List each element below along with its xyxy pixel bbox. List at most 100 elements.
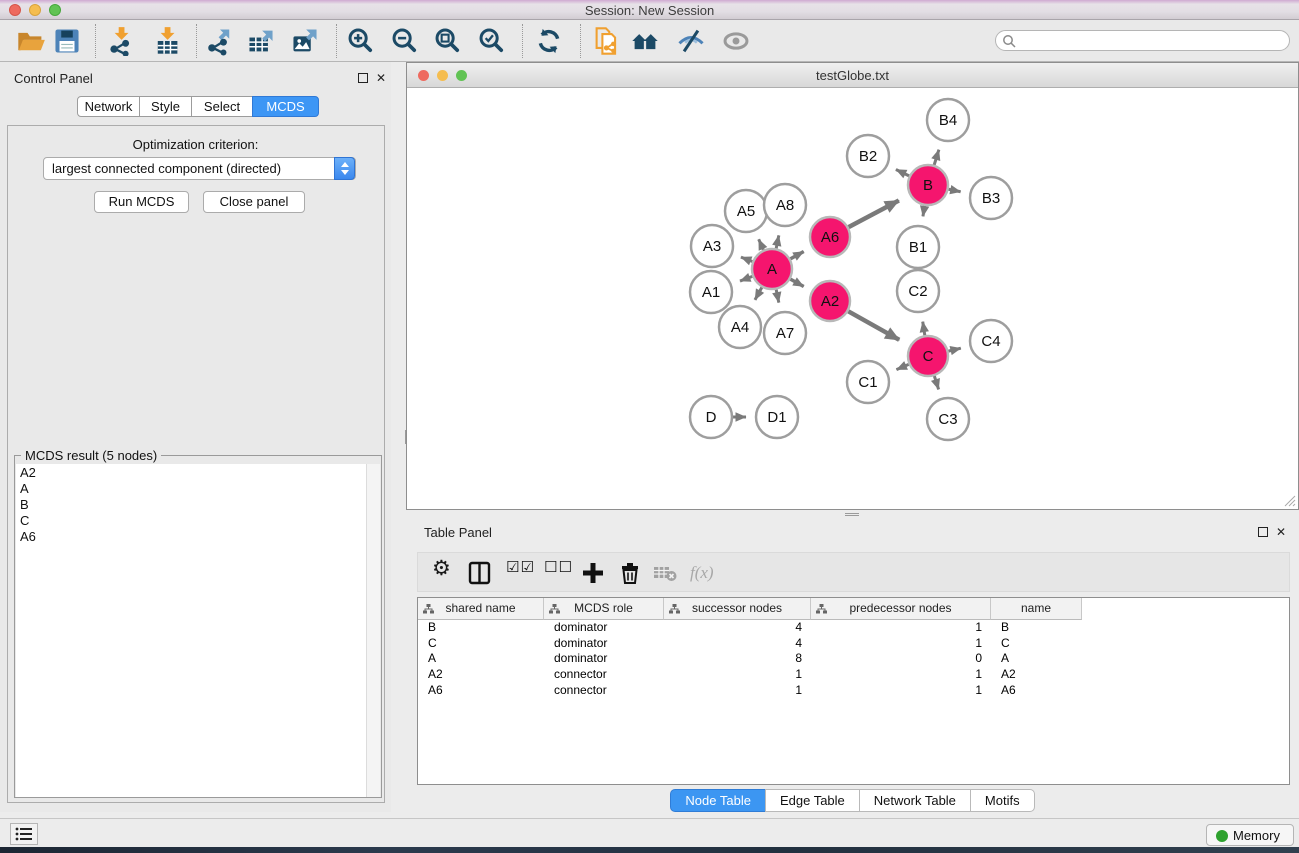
cell-shared-name[interactable]: C — [418, 636, 544, 652]
tab-network-table[interactable]: Network Table — [859, 789, 971, 812]
graph-edge-B-B1[interactable] — [923, 206, 925, 217]
graph-edge-A-A4[interactable] — [755, 287, 762, 299]
delete-column-icon[interactable] — [618, 560, 642, 586]
import-network-icon[interactable] — [106, 26, 136, 56]
cell-mcds-role[interactable]: dominator — [544, 636, 664, 652]
float-table-panel-icon[interactable] — [1258, 527, 1268, 537]
graph-edge-A-A7[interactable] — [776, 290, 779, 303]
cell-name[interactable]: A2 — [991, 667, 1082, 683]
cell-mcds-role[interactable]: connector — [544, 683, 664, 699]
select-all-rows-icon[interactable]: ☑☑ — [506, 558, 535, 584]
mcds-result-item[interactable]: B — [16, 496, 367, 512]
zoom-selected-icon[interactable] — [477, 26, 507, 56]
close-panel-icon[interactable]: ✕ — [376, 71, 386, 85]
select-stepper-icon[interactable] — [334, 157, 355, 180]
cell-shared-name[interactable]: B — [418, 620, 544, 636]
table-row[interactable]: Cdominator41C — [418, 636, 1289, 652]
zoom-out-icon[interactable] — [390, 26, 420, 56]
tab-node-table[interactable]: Node Table — [670, 789, 766, 812]
export-image-icon[interactable] — [290, 26, 320, 56]
cell-successor-nodes[interactable]: 4 — [664, 620, 811, 636]
tab-motifs[interactable]: Motifs — [970, 789, 1035, 812]
network-canvas[interactable]: B4B2BB3A5A8A6A3B1AA1C2A2A4A7CC4C1C3DD1 — [407, 88, 1298, 509]
search-input[interactable] — [995, 30, 1290, 51]
refresh-view-icon[interactable] — [534, 26, 564, 56]
table-row[interactable]: A2connector11A2 — [418, 667, 1289, 683]
cell-name[interactable]: C — [991, 636, 1082, 652]
cell-predecessor-nodes[interactable]: 1 — [811, 620, 991, 636]
mcds-result-item[interactable]: A — [16, 480, 367, 496]
panel-splitter-handle[interactable] — [404, 430, 408, 444]
cell-successor-nodes[interactable]: 1 — [664, 683, 811, 699]
column-header-name[interactable]: name — [991, 598, 1082, 620]
graph-edge-B-B3[interactable] — [949, 189, 961, 191]
cell-successor-nodes[interactable]: 4 — [664, 636, 811, 652]
table-settings-icon[interactable]: ⚙ — [432, 556, 451, 582]
graph-edge-B-B4[interactable] — [934, 150, 939, 165]
show-all-icon[interactable] — [721, 26, 751, 56]
mcds-result-item[interactable]: C — [16, 512, 367, 528]
mcds-list-scrollbar[interactable] — [366, 464, 380, 797]
column-header-shared-name[interactable]: shared name — [418, 598, 544, 620]
export-table-icon[interactable] — [246, 26, 276, 56]
graph-edge-A-A2[interactable] — [790, 279, 803, 286]
graph-edge-C-C2[interactable] — [923, 322, 925, 336]
graph-edge-A-A6[interactable] — [790, 251, 803, 258]
cell-successor-nodes[interactable]: 8 — [664, 651, 811, 667]
zoom-in-icon[interactable] — [346, 26, 376, 56]
tab-select[interactable]: Select — [191, 96, 253, 117]
close-table-panel-icon[interactable]: ✕ — [1276, 525, 1286, 539]
import-table-icon[interactable] — [152, 26, 182, 56]
horizontal-splitter-handle[interactable] — [845, 512, 859, 517]
criterion-select[interactable]: largest connected component (directed) — [43, 157, 356, 180]
resize-grip-icon[interactable] — [1284, 495, 1296, 507]
deselect-all-rows-icon[interactable]: ☐☐ — [544, 558, 573, 584]
cell-mcds-role[interactable]: connector — [544, 667, 664, 683]
function-builder-icon[interactable]: f(x) — [690, 563, 714, 589]
clone-network-icon[interactable] — [592, 26, 622, 56]
cell-predecessor-nodes[interactable]: 1 — [811, 636, 991, 652]
cell-mcds-role[interactable]: dominator — [544, 620, 664, 636]
cell-shared-name[interactable]: A6 — [418, 683, 544, 699]
graph-edge-A6-B[interactable] — [849, 200, 899, 227]
memory-button[interactable]: Memory — [1206, 824, 1294, 846]
tab-style[interactable]: Style — [139, 96, 192, 117]
mcds-result-item[interactable]: A6 — [16, 528, 367, 544]
tab-mcds[interactable]: MCDS — [252, 96, 319, 117]
table-row[interactable]: A6connector11A6 — [418, 683, 1289, 699]
cell-shared-name[interactable]: A2 — [418, 667, 544, 683]
cell-successor-nodes[interactable]: 1 — [664, 667, 811, 683]
delete-table-icon[interactable] — [652, 560, 678, 586]
tab-edge-table[interactable]: Edge Table — [765, 789, 860, 812]
cell-predecessor-nodes[interactable]: 1 — [811, 667, 991, 683]
graph-edge-B-B2[interactable] — [896, 169, 909, 175]
cell-name[interactable]: B — [991, 620, 1082, 636]
cell-predecessor-nodes[interactable]: 0 — [811, 651, 991, 667]
first-neighbors-icon[interactable] — [630, 26, 660, 56]
cell-name[interactable]: A6 — [991, 683, 1082, 699]
graph-edge-A-A8[interactable] — [776, 235, 779, 248]
graph-edge-A2-C[interactable] — [848, 311, 899, 340]
network-window-titlebar[interactable]: testGlobe.txt — [407, 63, 1298, 88]
open-session-icon[interactable] — [16, 26, 46, 56]
cell-name[interactable]: A — [991, 651, 1082, 667]
show-column-icon[interactable] — [468, 560, 492, 586]
cell-shared-name[interactable]: A — [418, 651, 544, 667]
graph-edge-C-C3[interactable] — [934, 376, 938, 389]
graph-edge-C-C4[interactable] — [948, 348, 960, 351]
float-panel-icon[interactable] — [358, 73, 368, 83]
graph-edge-A-A3[interactable] — [741, 257, 752, 261]
save-session-icon[interactable] — [52, 26, 82, 56]
cell-predecessor-nodes[interactable]: 1 — [811, 683, 991, 699]
cell-mcds-role[interactable]: dominator — [544, 651, 664, 667]
show-panels-button[interactable] — [10, 823, 38, 845]
column-header-mcds-role[interactable]: MCDS role — [544, 598, 664, 620]
table-row[interactable]: Adominator80A — [418, 651, 1289, 667]
mcds-result-item[interactable]: A2 — [16, 464, 367, 480]
column-header-predecessor-nodes[interactable]: predecessor nodes — [811, 598, 991, 620]
table-row[interactable]: Bdominator41B — [418, 620, 1289, 636]
close-panel-button[interactable]: Close panel — [203, 191, 305, 213]
graph-edge-A-A5[interactable] — [759, 239, 764, 250]
graph-edge-C-C1[interactable] — [896, 364, 908, 369]
run-mcds-button[interactable]: Run MCDS — [94, 191, 189, 213]
